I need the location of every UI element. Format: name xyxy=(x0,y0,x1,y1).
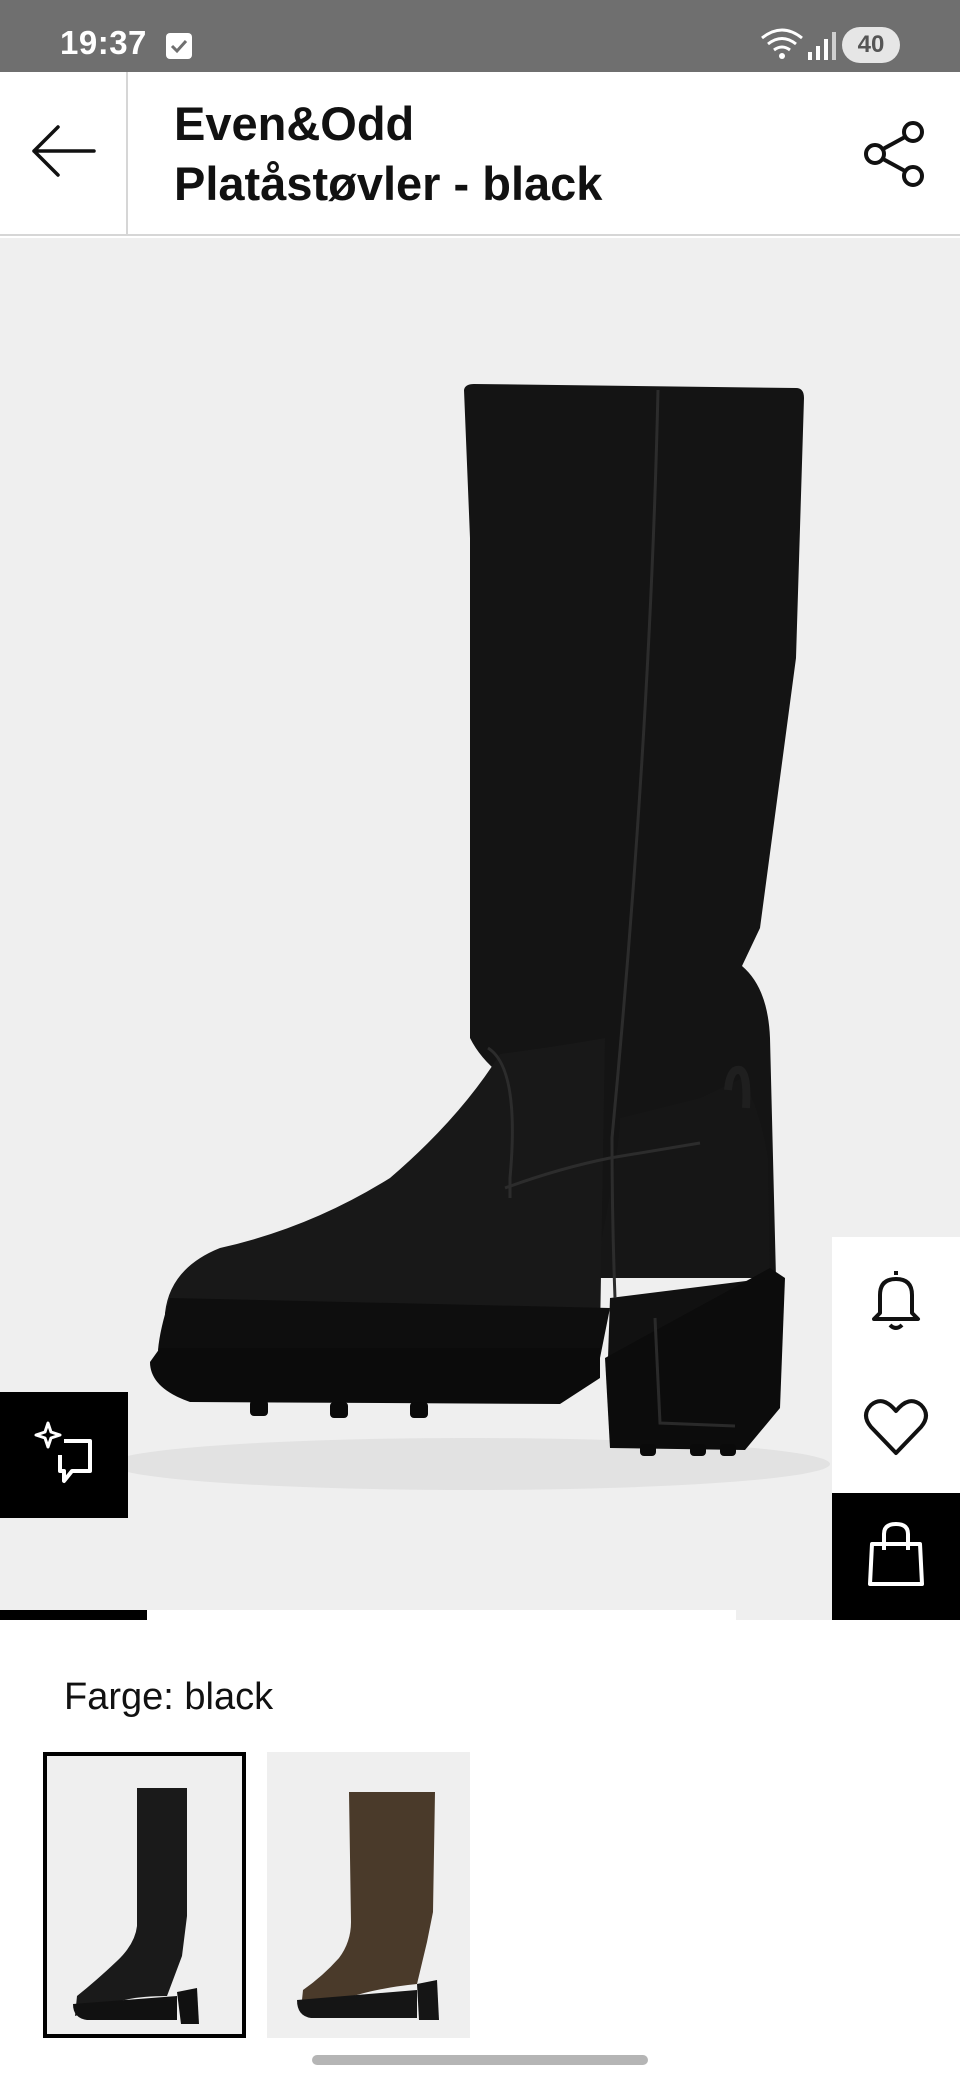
back-button[interactable] xyxy=(0,72,128,234)
gallery-progress-fill xyxy=(0,1610,148,1620)
wishlist-button[interactable] xyxy=(832,1365,960,1493)
check-notification-icon xyxy=(166,33,192,59)
brand-name: Even&Odd xyxy=(174,97,415,150)
bell-icon xyxy=(868,1267,924,1336)
share-button[interactable] xyxy=(855,116,935,196)
color-option-black[interactable] xyxy=(43,1752,246,2038)
add-to-bag-button[interactable] xyxy=(832,1493,960,1620)
product-header: Even&Odd Platåstøvler - black xyxy=(0,72,960,236)
shopping-bag-icon xyxy=(866,1520,926,1593)
product-name: Platåstøvler - black xyxy=(174,157,603,210)
gesture-bar[interactable] xyxy=(312,2055,648,2065)
product-image xyxy=(110,384,830,1490)
wifi-6e-icon xyxy=(760,28,804,67)
color-swatches xyxy=(43,1752,943,2038)
product-image-gallery[interactable] xyxy=(0,238,960,1620)
battery-icon: 40 xyxy=(842,27,900,63)
notify-button[interactable] xyxy=(832,1237,960,1365)
gallery-progress xyxy=(0,1610,736,1620)
heart-icon xyxy=(863,1397,929,1462)
share-icon xyxy=(861,120,929,193)
arrow-left-icon xyxy=(30,123,96,184)
status-time: 19:37 xyxy=(60,24,147,61)
page-title: Even&Odd Platåstøvler - black xyxy=(174,94,794,214)
signal-icon xyxy=(808,30,836,65)
ai-assistant-button[interactable] xyxy=(0,1392,128,1518)
sparkle-chat-icon xyxy=(34,1421,94,1490)
color-label: Farge: black xyxy=(64,1676,274,1718)
color-option-brown[interactable] xyxy=(267,1752,470,2038)
product-side-actions xyxy=(832,1237,960,1620)
status-bar: 19:37 40 xyxy=(0,0,960,72)
